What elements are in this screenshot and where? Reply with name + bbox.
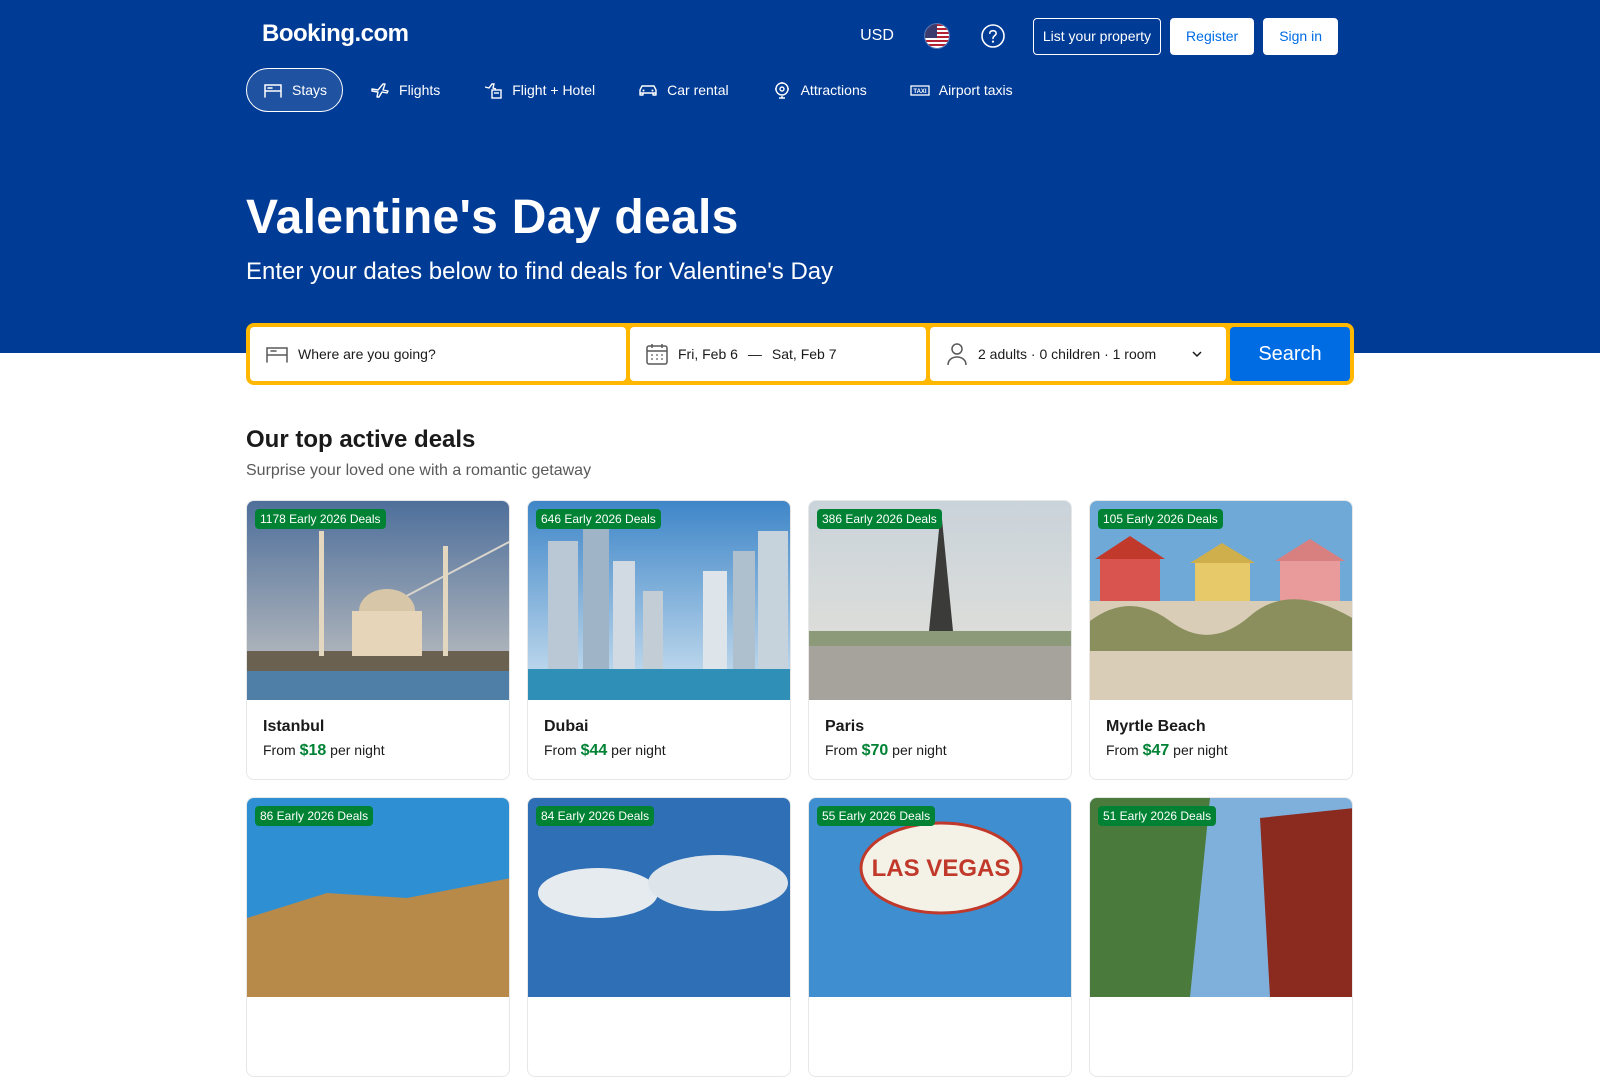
tab-attractions[interactable]: Attractions — [755, 68, 883, 112]
price-value: $47 — [1142, 742, 1170, 759]
chevron-down-icon — [1192, 351, 1202, 358]
sign-in-button[interactable]: Sign in — [1263, 17, 1338, 55]
page-subtitle: Enter your dates below to find deals for… — [246, 258, 834, 285]
destination-image: 51 Early 2026 Deals — [1090, 798, 1352, 997]
tab-label: Airport taxis — [938, 82, 1013, 98]
date-picker[interactable]: Fri, Feb 6 — Sat, Feb 7 — [630, 327, 926, 381]
per-night-label: per night — [330, 742, 385, 758]
las-vegas-sign-text: LAS VEGAS — [872, 855, 1011, 882]
deal-card-myrtle-beach[interactable]: 105 Early 2026 Deals Myrtle Beach From $… — [1089, 500, 1353, 780]
taxi-icon: TAXI — [910, 85, 930, 96]
help-icon[interactable] — [980, 23, 1006, 49]
occupancy-value: 2 adults · 0 children · 1 room — [978, 346, 1157, 362]
occupancy-selector[interactable]: 2 adults · 0 children · 1 room — [930, 327, 1226, 381]
per-night-label: per night — [892, 742, 947, 758]
city-name: Paris — [825, 718, 865, 735]
tab-flight-hotel[interactable]: Flight + Hotel — [466, 68, 611, 112]
search-button[interactable]: Search — [1230, 327, 1350, 381]
price-line: From $18 per night — [263, 742, 493, 760]
from-label: From — [544, 742, 577, 758]
destination-image: 55 Early 2026 Deals LAS VEGAS — [809, 798, 1071, 997]
page-title: Valentine's Day deals — [246, 191, 739, 244]
deals-badge: 646 Early 2026 Deals — [536, 509, 661, 529]
deal-card-dubai[interactable]: 646 Early 2026 Deals Dubai From $44 per … — [527, 500, 791, 780]
product-nav: Stays Flights Flight + Hotel Car rental … — [246, 68, 1039, 112]
price-line: From $47 per night — [1106, 742, 1336, 760]
tab-stays[interactable]: Stays — [246, 68, 344, 112]
booking-logo[interactable]: Booking.com — [262, 20, 409, 48]
price-value: $18 — [299, 742, 327, 759]
bed-icon — [266, 347, 288, 363]
currency-selector[interactable]: USD — [860, 27, 894, 45]
deal-card-paris[interactable]: 386 Early 2026 Deals Paris From $70 per … — [808, 500, 1072, 780]
price-line: From $44 per night — [544, 742, 774, 760]
deals-badge: 55 Early 2026 Deals — [817, 806, 936, 826]
checkout-date: Sat, Feb 7 — [771, 346, 837, 362]
register-button[interactable]: Register — [1170, 17, 1255, 55]
checkin-date: Fri, Feb 6 — [678, 346, 738, 362]
price-value: $44 — [580, 742, 608, 759]
plane-icon — [371, 83, 389, 98]
deal-card[interactable]: 84 Early 2026 Deals — [527, 797, 791, 1077]
svg-text:TAXI: TAXI — [913, 89, 927, 95]
city-name: Myrtle Beach — [1106, 718, 1206, 735]
deals-badge: 386 Early 2026 Deals — [817, 509, 942, 529]
deals-badge: 1178 Early 2026 Deals — [255, 509, 386, 529]
attractions-icon — [774, 82, 789, 99]
person-icon — [947, 343, 967, 366]
myrtle-beach-image: 105 Early 2026 Deals — [1090, 501, 1352, 700]
car-icon — [639, 85, 657, 96]
tab-car-rental[interactable]: Car rental — [621, 68, 744, 112]
destination-image: 86 Early 2026 Deals — [247, 798, 509, 997]
bed-icon — [264, 84, 282, 98]
istanbul-image: 1178 Early 2026 Deals — [247, 501, 509, 700]
tab-airport-taxis[interactable]: TAXI Airport taxis — [893, 68, 1029, 112]
destination-field[interactable]: Where are you going? — [250, 327, 626, 381]
destination-image: 84 Early 2026 Deals — [528, 798, 790, 997]
per-night-label: per night — [611, 742, 666, 758]
price-line: From $70 per night — [825, 742, 1055, 760]
destination-placeholder: Where are you going? — [298, 346, 436, 362]
tab-label: Stays — [292, 82, 328, 98]
tab-label: Flight + Hotel — [512, 82, 596, 98]
tab-flights[interactable]: Flights — [353, 68, 456, 112]
tab-label: Car rental — [667, 82, 729, 98]
calendar-icon — [646, 344, 668, 365]
city-name: Dubai — [544, 718, 589, 735]
tab-label: Flights — [399, 82, 441, 98]
list-property-button[interactable]: List your property — [1032, 17, 1162, 55]
date-separator: — — [747, 346, 762, 362]
price-value: $70 — [861, 742, 889, 759]
from-label: From — [825, 742, 858, 758]
deals-title: Our top active deals — [246, 426, 476, 453]
deal-card[interactable]: 55 Early 2026 Deals LAS VEGAS — [808, 797, 1072, 1077]
deals-badge: 84 Early 2026 Deals — [536, 806, 655, 826]
deals-grid: 1178 Early 2026 Deals Istanbul From $18 … — [246, 500, 1354, 1077]
header-actions: USD List your property Register Sign in — [860, 17, 1338, 55]
flight-hotel-icon — [485, 83, 502, 99]
deals-badge: 51 Early 2026 Deals — [1098, 806, 1217, 826]
deals-badge: 86 Early 2026 Deals — [255, 806, 374, 826]
deals-subtitle: Surprise your loved one with a romantic … — [246, 462, 592, 479]
us-flag-icon[interactable] — [923, 23, 950, 49]
top-header: Booking.com USD List your property Regis… — [246, 0, 1354, 72]
dubai-image: 646 Early 2026 Deals — [528, 501, 790, 700]
per-night-label: per night — [1173, 742, 1228, 758]
from-label: From — [1106, 742, 1139, 758]
deals-badge: 105 Early 2026 Deals — [1098, 509, 1223, 529]
deal-card[interactable]: 51 Early 2026 Deals — [1089, 797, 1353, 1077]
from-label: From — [263, 742, 296, 758]
city-name: Istanbul — [263, 718, 325, 735]
deal-card[interactable]: 86 Early 2026 Deals — [246, 797, 510, 1077]
paris-image: 386 Early 2026 Deals — [809, 501, 1071, 700]
tab-label: Attractions — [800, 82, 867, 98]
search-bar: Where are you going? Fri, Feb 6 — Sat, F… — [246, 323, 1354, 385]
deal-card-istanbul[interactable]: 1178 Early 2026 Deals Istanbul From $18 … — [246, 500, 510, 780]
